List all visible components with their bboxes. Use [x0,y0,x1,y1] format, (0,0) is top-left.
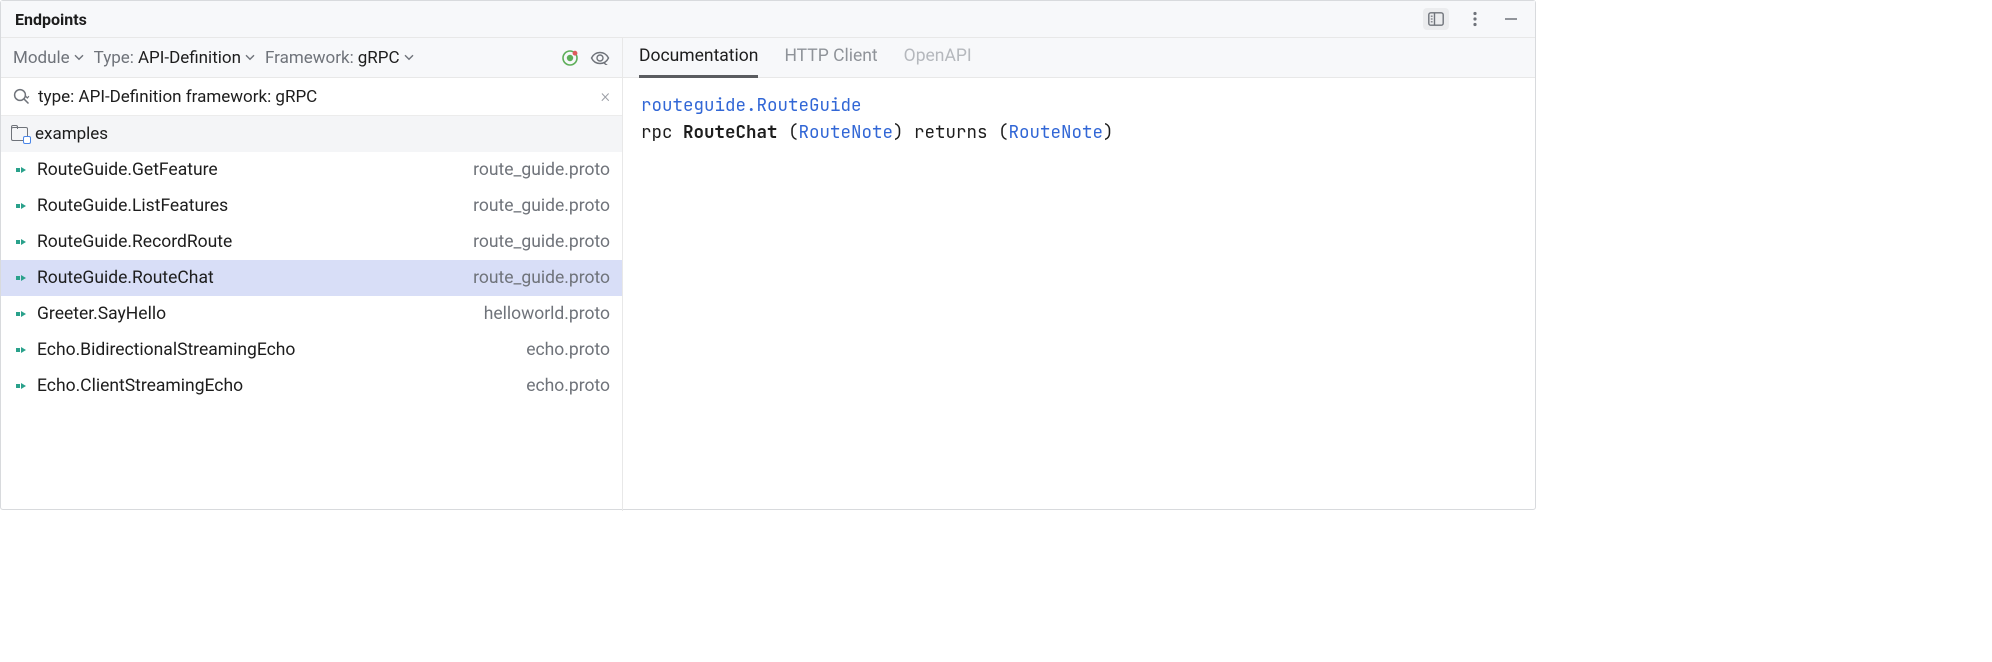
endpoint-file: echo.proto [526,340,610,360]
endpoint-row[interactable]: RouteGuide.GetFeature route_guide.proto [1,152,622,188]
endpoint-name: RouteGuide.RecordRoute [37,232,464,252]
filter-framework-value: gRPC [358,48,400,68]
endpoint-icon [13,273,28,284]
search-icon [13,88,30,105]
endpoint-file: route_guide.proto [473,160,610,180]
response-type-link[interactable]: RouteNote [1009,121,1104,144]
endpoint-file: helloworld.proto [484,304,610,324]
filter-framework[interactable]: Framework: gRPC [265,48,414,68]
endpoint-file: route_guide.proto [473,196,610,216]
endpoint-icon [13,165,28,176]
rpc-keyword: rpc [641,121,673,144]
endpoint-icon [13,345,28,356]
chevron-down-icon [74,54,84,61]
endpoint-row[interactable]: Echo.BidirectionalStreamingEcho echo.prot… [1,332,622,368]
filter-module[interactable]: Module [13,48,84,68]
request-type-link[interactable]: RouteNote [799,121,894,144]
endpoint-icon [13,201,28,212]
endpoint-file: route_guide.proto [473,268,610,288]
documentation-content: routeguide.RouteGuide rpc RouteChat (Rou… [623,78,1535,160]
group-header[interactable]: examples [1,116,622,152]
filter-framework-label: Framework: [265,48,354,68]
preview-icon[interactable] [590,48,610,68]
rpc-method: RouteChat [683,121,778,144]
endpoint-icon [13,309,28,320]
more-options-button[interactable] [1465,9,1485,29]
details-panel: Documentation HTTP Client OpenAPI routegui… [623,38,1535,511]
filter-module-label: Module [13,48,70,68]
tab-openapi[interactable]: OpenAPI [904,38,972,78]
returns-keyword: returns [914,121,988,144]
endpoint-icon [13,381,28,392]
search-bar[interactable]: type: API-Definition framework: gRPC × [1,78,622,116]
main-area: Module Type: API-Definition Framework: g… [1,38,1535,511]
chevron-down-icon [245,54,255,61]
title-bar: Endpoints [1,1,1535,38]
endpoint-row[interactable]: RouteGuide.RecordRoute route_guide.proto [1,224,622,260]
endpoint-row[interactable]: RouteGuide.ListFeatures route_guide.proto [1,188,622,224]
endpoint-file: route_guide.proto [473,232,610,252]
endpoint-row[interactable]: Greeter.SayHello helloworld.proto [1,296,622,332]
endpoint-name: Echo.ClientStreamingEcho [37,376,517,396]
chevron-down-icon [404,54,414,61]
filter-bar: Module Type: API-Definition Framework: g… [1,38,622,78]
panel-title: Endpoints [15,10,87,29]
endpoint-row[interactable]: Echo.ClientStreamingEcho echo.proto [1,368,622,404]
endpoint-list: RouteGuide.GetFeatureroute_guide.protoRo… [1,152,622,511]
toggle-layout-button[interactable] [1423,8,1449,30]
group-name: examples [35,124,108,144]
endpoint-file: echo.proto [526,376,610,396]
tabs-bar: Documentation HTTP Client OpenAPI [623,38,1535,78]
clear-search-button[interactable]: × [601,86,610,107]
endpoints-panel: Module Type: API-Definition Framework: g… [1,38,623,511]
endpoint-icon [13,237,28,248]
endpoint-name: RouteGuide.ListFeatures [37,196,464,216]
endpoint-name: RouteGuide.RouteChat [37,268,464,288]
search-query: type: API-Definition framework: gRPC [38,87,593,107]
endpoint-row[interactable]: RouteGuide.RouteChat route_guide.proto [1,260,622,296]
filter-type-value: API-Definition [138,48,241,68]
filter-type[interactable]: Type: API-Definition [94,48,255,68]
target-icon[interactable] [560,48,580,68]
title-bar-actions [1423,8,1521,30]
endpoint-name: RouteGuide.GetFeature [37,160,464,180]
minimize-button[interactable] [1501,9,1521,29]
tab-http-client[interactable]: HTTP Client [784,38,877,78]
filter-type-label: Type: [94,48,134,68]
tab-documentation[interactable]: Documentation [639,38,758,78]
service-link[interactable]: routeguide.RouteGuide [641,94,862,117]
endpoint-name: Greeter.SayHello [37,304,475,324]
folder-icon [11,127,28,141]
endpoint-name: Echo.BidirectionalStreamingEcho [37,340,517,360]
